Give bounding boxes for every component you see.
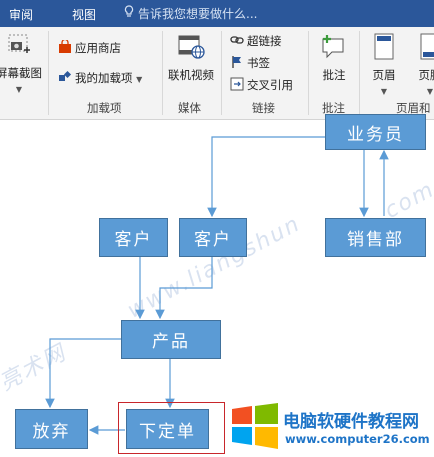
chevron-down-icon: ▼ xyxy=(426,87,434,96)
comment-icon xyxy=(312,33,356,64)
highlight-box xyxy=(118,402,225,454)
document-canvas[interactable]: www.liangshun 亮术网 .com 业务员 客户 客户 销售部 产品 … xyxy=(0,114,434,457)
page-header-icon xyxy=(364,33,404,64)
link-icon xyxy=(230,33,244,50)
screenshot-label: 屏幕截图 xyxy=(0,66,42,80)
site-logo-name: 电脑软硬件教程网 xyxy=(283,412,419,432)
ribbon: 屏幕截图 ▼ 应用商店 我的加载项 ▼ 加载项 联机视频 媒体 超链接 书签 交… xyxy=(0,27,434,120)
group-separator xyxy=(162,31,163,115)
store-label: 应用商店 xyxy=(75,41,121,55)
node-salesperson[interactable]: 业务员 xyxy=(325,114,426,150)
my-addins-label: 我的加载项 xyxy=(75,71,133,85)
online-video-button[interactable]: 联机视频 xyxy=(165,33,217,83)
hyperlink-label: 超链接 xyxy=(247,34,282,48)
footer-button[interactable]: 页脚 ▼ xyxy=(410,33,434,97)
cross-reference-label: 交叉引用 xyxy=(247,78,293,92)
ribbon-tab-bar: 审阅 视图 告诉我您想要做什么... xyxy=(0,0,434,27)
bookmark-label: 书签 xyxy=(247,56,270,70)
group-separator xyxy=(48,31,49,115)
my-addins-button[interactable]: 我的加载项 ▼ xyxy=(58,70,142,87)
site-logo-url: www.computer26.com xyxy=(285,432,430,446)
group-separator xyxy=(359,31,360,115)
node-customer-2[interactable]: 客户 xyxy=(179,218,247,257)
store-button[interactable]: 应用商店 xyxy=(58,38,121,57)
header-label: 页眉 xyxy=(372,68,396,82)
online-video-label: 联机视频 xyxy=(168,68,214,82)
page-footer-icon xyxy=(410,33,434,64)
media-group-label: 媒体 xyxy=(178,101,201,115)
addins-group-label: 加载项 xyxy=(87,101,122,115)
cross-reference-button[interactable]: 交叉引用 xyxy=(230,77,293,94)
group-separator xyxy=(221,31,222,115)
comment-label: 批注 xyxy=(322,68,346,82)
group-separator xyxy=(308,31,309,115)
cross-reference-icon xyxy=(230,77,244,94)
links-group-label: 链接 xyxy=(252,101,275,115)
lightbulb-icon xyxy=(124,5,134,21)
tab-view[interactable]: 视图 xyxy=(72,6,96,23)
tell-me-search[interactable]: 告诉我您想要做什么... xyxy=(124,5,257,22)
footer-label: 页脚 xyxy=(418,68,434,82)
chevron-down-icon: ▼ xyxy=(380,87,388,96)
windows-logo xyxy=(230,403,280,449)
chevron-down-icon: ▼ xyxy=(15,85,23,94)
film-globe-icon xyxy=(165,33,217,64)
bookmark-button[interactable]: 书签 xyxy=(230,55,270,72)
tab-review[interactable]: 审阅 xyxy=(9,6,33,23)
new-comment-button[interactable]: 批注 xyxy=(312,33,356,83)
chevron-down-icon: ▼ xyxy=(136,75,143,84)
node-customer-1[interactable]: 客户 xyxy=(99,218,168,257)
addins-icon xyxy=(58,70,72,87)
flag-icon xyxy=(230,55,244,72)
store-icon xyxy=(58,38,72,57)
node-sales-dept[interactable]: 销售部 xyxy=(325,218,426,257)
screenshot-icon xyxy=(0,33,44,62)
node-product[interactable]: 产品 xyxy=(121,320,221,359)
hyperlink-button[interactable]: 超链接 xyxy=(230,33,282,50)
screenshot-button[interactable]: 屏幕截图 ▼ xyxy=(0,33,44,95)
node-give-up[interactable]: 放弃 xyxy=(15,409,88,449)
tell-me-text: 告诉我您想要做什么... xyxy=(138,7,258,21)
header-button[interactable]: 页眉 ▼ xyxy=(364,33,404,97)
